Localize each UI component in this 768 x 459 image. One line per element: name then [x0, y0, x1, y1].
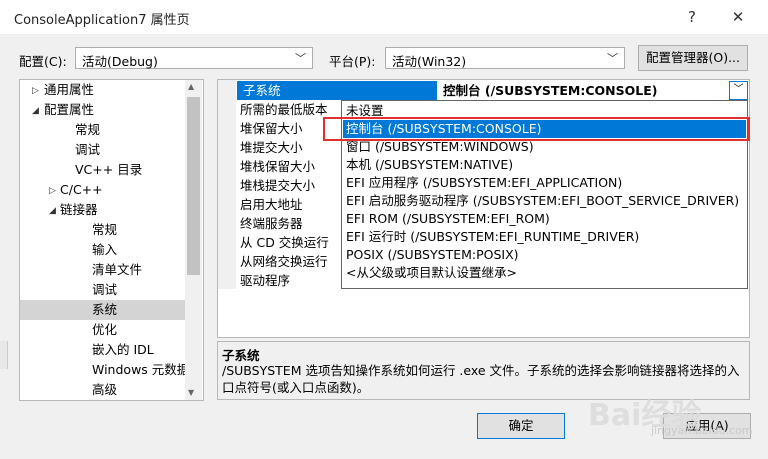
highlight-annotation [323, 117, 750, 141]
watermark-url: jingyan.baidu.com [651, 424, 753, 437]
window-edge-strip [0, 341, 8, 369]
collapse-arrow-icon[interactable]: ◢ [32, 101, 39, 121]
close-button[interactable]: ✕ [727, 6, 749, 28]
tree-item[interactable]: ◢ 配置属性 [20, 100, 186, 120]
tree-item-label: 系统 [92, 302, 118, 317]
tree-item[interactable]: 输入 [20, 240, 186, 260]
tree-item[interactable]: 常规 [20, 220, 186, 240]
tree-item-label: 输入 [92, 242, 118, 257]
tree-item-label: 通用属性 [44, 82, 95, 97]
collapse-arrow-icon[interactable]: ◢ [49, 201, 56, 221]
tree-item-label: C/C++ [60, 182, 103, 197]
tree-item[interactable]: 调试 [20, 280, 186, 300]
tree-item-label: 高级 [92, 382, 118, 397]
scroll-down-icon[interactable]: ▼ [188, 388, 194, 397]
property-name-subsystem[interactable]: 子系统 [237, 81, 437, 100]
tree-item[interactable]: 系统 [20, 300, 186, 320]
tree-item[interactable]: 高级 [20, 380, 186, 400]
config-select[interactable]: 活动(Debug) ﹀ [75, 47, 313, 69]
scroll-up-icon[interactable]: ▲ [188, 82, 194, 91]
tree-item[interactable]: ▷ C/C++ [20, 180, 186, 200]
tree-item[interactable]: ▷ 通用属性 [20, 80, 186, 100]
property-row-name[interactable]: 从网络交换运行 [240, 252, 330, 271]
tree-item-label: 嵌入的 IDL [92, 342, 154, 357]
platform-label: 平台(P): [329, 54, 376, 69]
tree-item-label: VC++ 目录 [75, 162, 143, 177]
property-row-name[interactable]: 驱动程序 [240, 271, 330, 290]
dropdown-option[interactable]: EFI 应用程序 (/SUBSYSTEM:EFI_APPLICATION) [343, 174, 746, 192]
tree-item[interactable]: ◢ 链接器 [20, 200, 186, 220]
expand-arrow-icon[interactable]: ▷ [49, 181, 56, 201]
tree-item-label: 链接器 [60, 202, 98, 217]
tree-item-label: 调试 [92, 282, 118, 297]
property-value-subsystem[interactable]: 控制台 (/SUBSYSTEM:CONSOLE) [437, 81, 729, 100]
tree-item[interactable]: 优化 [20, 320, 186, 340]
chevron-down-icon[interactable]: ﹀ [729, 81, 748, 100]
tree-item[interactable]: 嵌入的 IDL [20, 340, 186, 360]
tree-item[interactable]: 调试 [20, 140, 186, 160]
property-row-name[interactable]: 堆栈提交大小 [240, 176, 330, 195]
property-row-name[interactable]: 从 CD 交换运行 [240, 233, 330, 252]
dropdown-option[interactable]: 本机 (/SUBSYSTEM:NATIVE) [343, 156, 746, 174]
config-label: 配置(C): [19, 54, 67, 69]
property-row-name[interactable]: 所需的最低版本 [240, 100, 330, 119]
ok-button[interactable]: 确定 [477, 413, 565, 439]
help-button[interactable]: ? [681, 6, 703, 28]
tree-item-label: 配置属性 [44, 102, 95, 117]
tree-item-label: 优化 [92, 322, 118, 337]
tree-item-label: 常规 [92, 222, 118, 237]
grid-gutter [218, 80, 236, 289]
platform-select-value: 活动(Win32) [392, 54, 467, 69]
property-row-name[interactable]: 堆栈保留大小 [240, 157, 330, 176]
property-row-name[interactable]: 终端服务器 [240, 214, 330, 233]
tree-scroll-thumb[interactable] [187, 97, 200, 275]
expand-arrow-icon[interactable]: ▷ [32, 81, 39, 101]
config-manager-button[interactable]: 配置管理器(O)... [638, 45, 748, 71]
tree-item-label: 清单文件 [92, 262, 143, 277]
tree-item[interactable]: Windows 元数据 [20, 360, 190, 380]
chevron-down-icon: ﹀ [607, 52, 618, 65]
chevron-down-icon: ﹀ [295, 52, 306, 65]
dropdown-option[interactable]: POSIX (/SUBSYSTEM:POSIX) [343, 246, 746, 264]
platform-select[interactable]: 活动(Win32) ﹀ [385, 47, 625, 69]
dropdown-option[interactable]: <从父级或项目默认设置继承> [343, 264, 746, 282]
tree-item-label: 调试 [75, 142, 101, 157]
property-row-name[interactable]: 堆保留大小 [240, 119, 330, 138]
property-row-name[interactable]: 启用大地址 [240, 195, 330, 214]
tree-item-label: 常规 [75, 122, 101, 137]
property-row-name[interactable]: 堆提交大小 [240, 138, 330, 157]
tree-item[interactable]: 常规 [20, 120, 186, 140]
window-title: ConsoleApplication7 属性页 [14, 13, 190, 28]
config-select-value: 活动(Debug) [82, 54, 158, 69]
tree-item[interactable]: 清单文件 [20, 260, 186, 280]
tree-item[interactable]: VC++ 目录 [20, 160, 186, 180]
dropdown-option[interactable]: EFI ROM (/SUBSYSTEM:EFI_ROM) [343, 210, 746, 228]
dropdown-option[interactable]: EFI 运行时 (/SUBSYSTEM:EFI_RUNTIME_DRIVER) [343, 228, 746, 246]
tree-item-label: Windows 元数据 [92, 362, 190, 377]
dropdown-option[interactable]: EFI 启动服务驱动程序 (/SUBSYSTEM:EFI_BOOT_SERVIC… [343, 192, 746, 210]
